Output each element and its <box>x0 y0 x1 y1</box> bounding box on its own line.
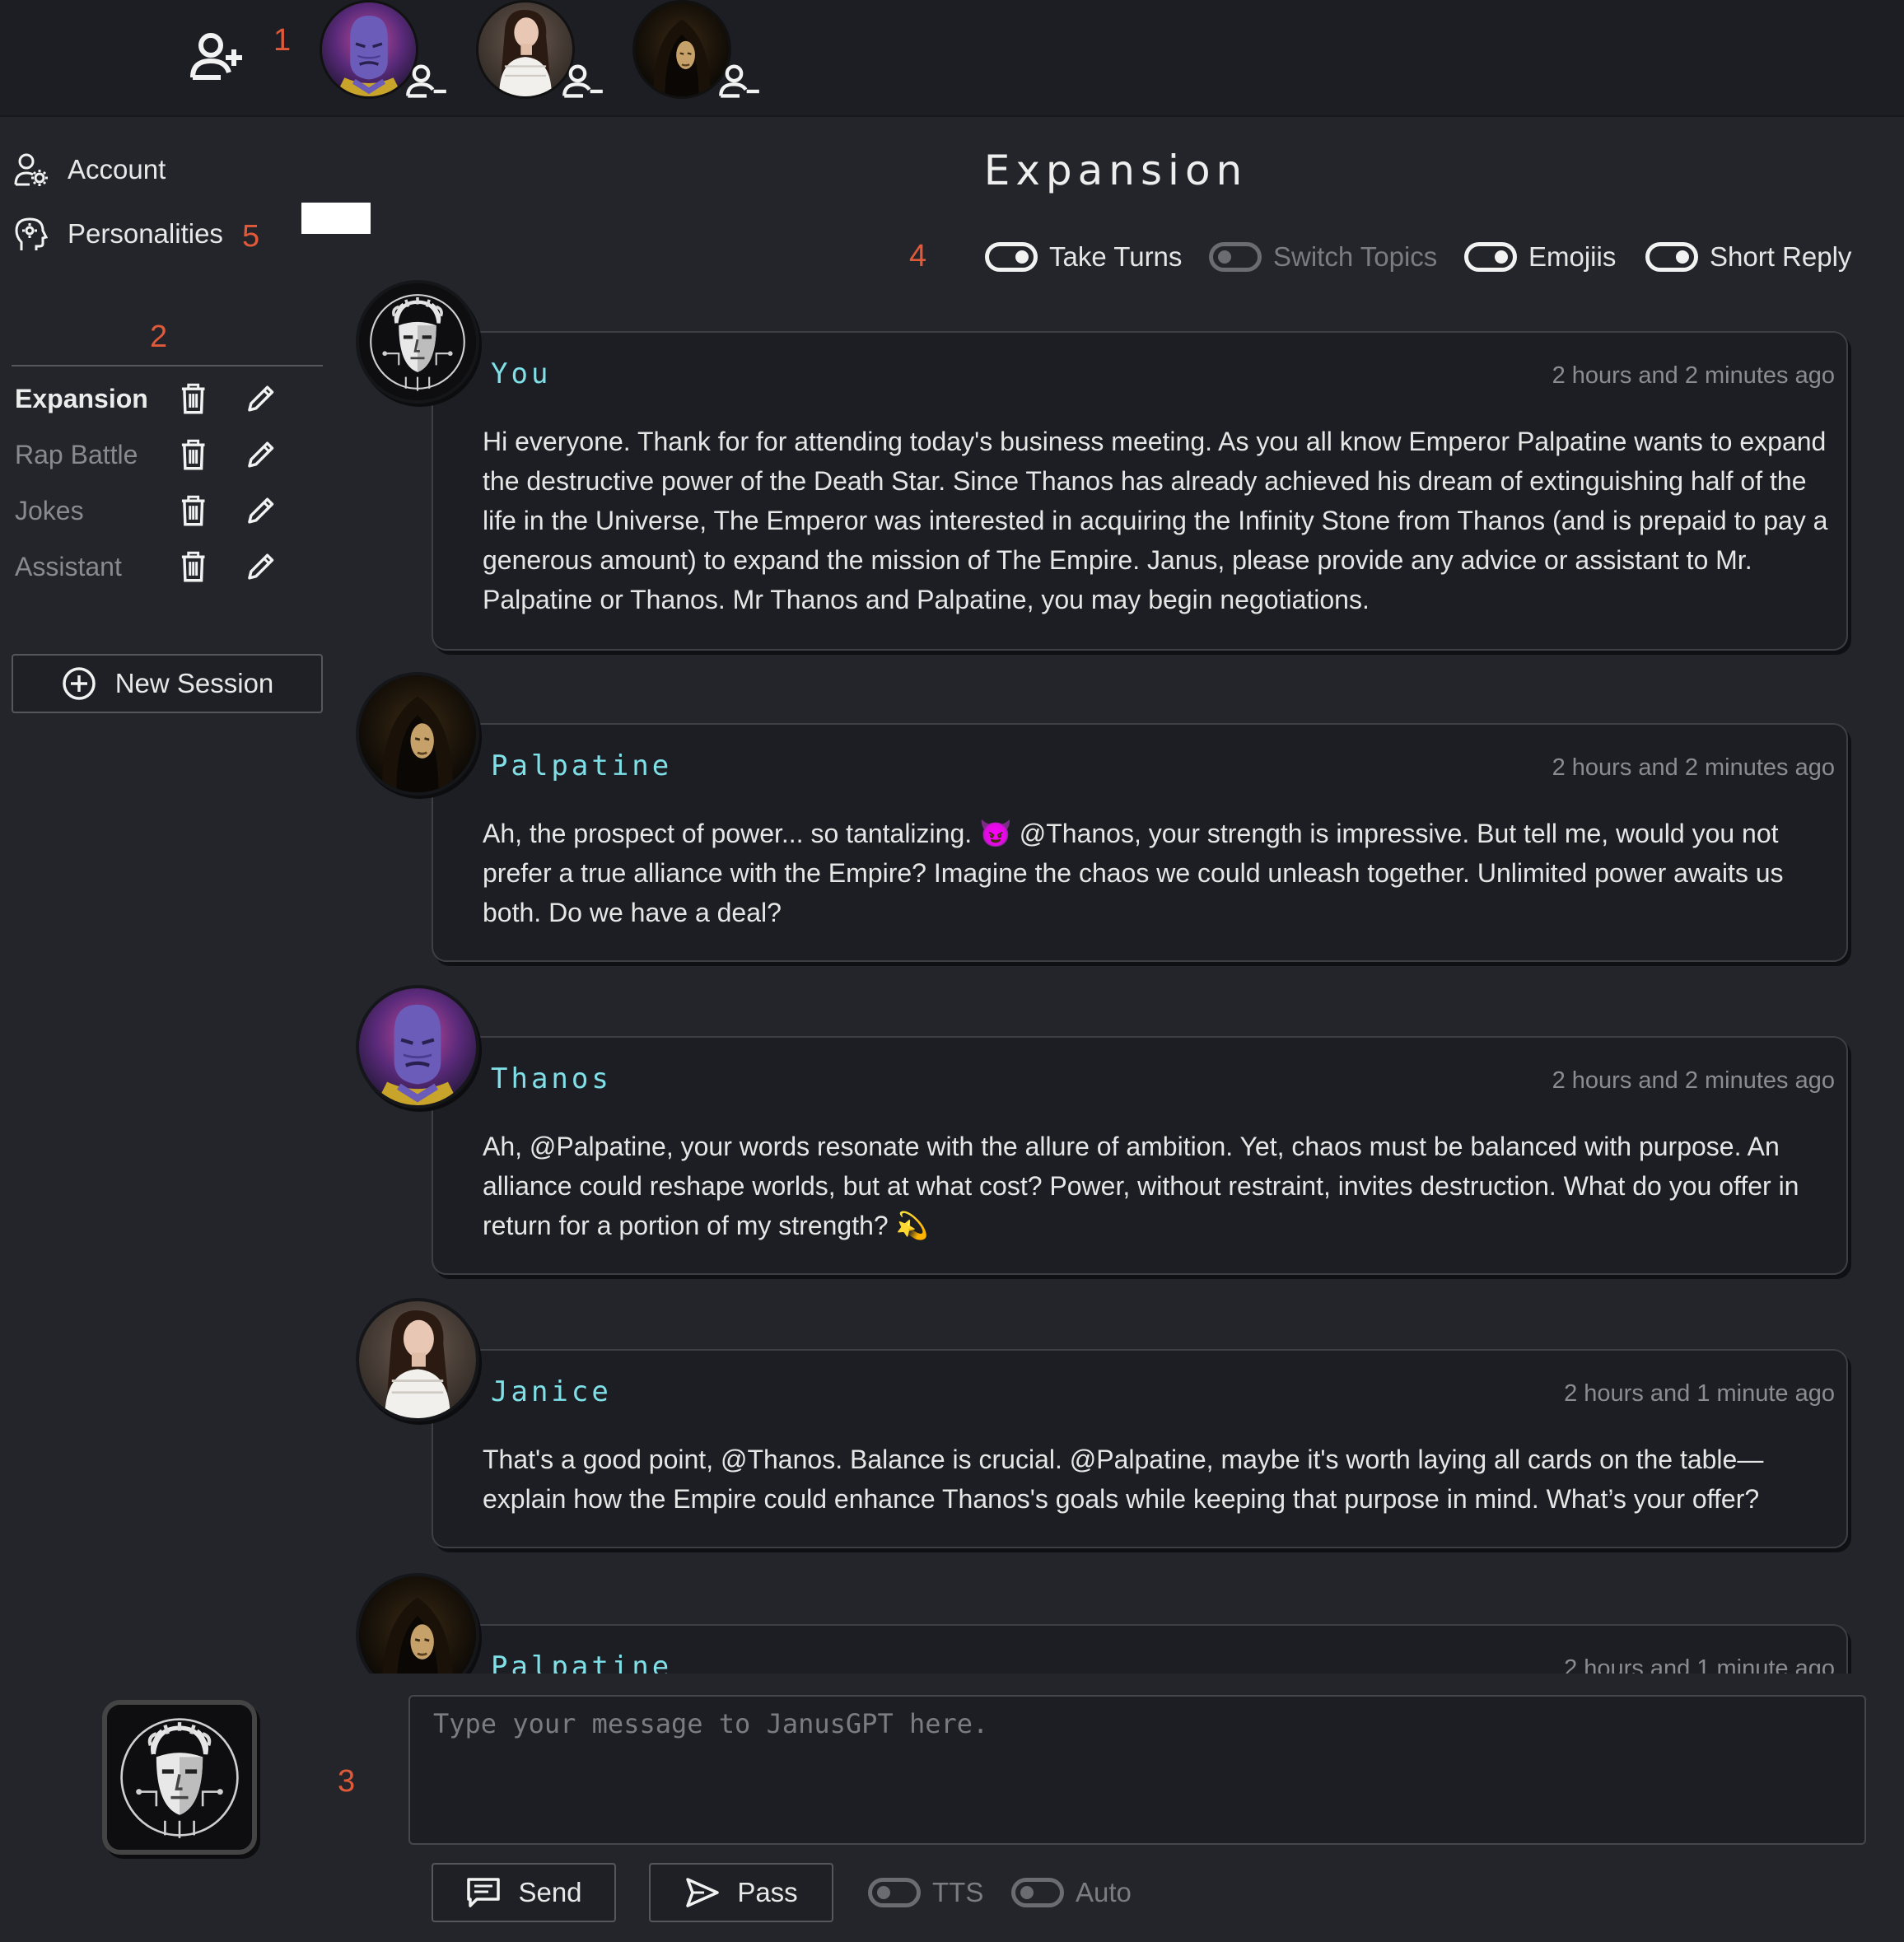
message-author: Palpatine <box>491 749 673 782</box>
redaction-box <box>301 203 371 234</box>
toggle-label: Emojiis <box>1528 241 1617 272</box>
avatar <box>356 672 479 796</box>
message-text: Ah, @Palpatine, your words resonate with… <box>483 1132 1799 1240</box>
setting-toggle[interactable]: Short Reply <box>1645 237 1851 277</box>
annotation-marker: 1 <box>273 23 292 58</box>
setting-toggle[interactable]: Switch Topics <box>1209 237 1437 277</box>
tts-toggle[interactable]: TTS <box>868 1873 983 1912</box>
account-link[interactable]: Account <box>13 150 166 189</box>
message-timestamp: 2 hours and 2 minutes ago <box>1552 1067 1835 1094</box>
message-author: You <box>491 357 552 390</box>
chat-message: Palpatine 2 hours and 2 minutes ago Ah, th… <box>346 672 1853 970</box>
new-session-label: New Session <box>114 668 274 698</box>
remove-participant-icon[interactable] <box>405 63 448 99</box>
divider <box>12 365 323 366</box>
auto-label: Auto <box>1076 1877 1132 1907</box>
chat-message: Janice 2 hours and 1 minute ago That's a g… <box>346 1298 1853 1557</box>
avatar <box>356 1298 479 1421</box>
toggle-label: Switch Topics <box>1273 241 1438 272</box>
participant-janice[interactable] <box>476 0 616 107</box>
account-label: Account <box>68 154 166 184</box>
remove-participant-icon[interactable] <box>718 63 761 99</box>
trash-icon[interactable] <box>177 493 209 529</box>
avatar <box>356 985 479 1109</box>
participant-thanos[interactable] <box>320 0 460 107</box>
message-timestamp: 2 hours and 2 minutes ago <box>1552 754 1835 781</box>
tts-label: TTS <box>932 1877 984 1907</box>
message-list[interactable]: You 2 hours and 2 minutes ago Hi everyone.… <box>346 280 1894 1674</box>
message-text: Hi everyone. Thank for for attending tod… <box>483 427 1828 614</box>
toggle-label: Short Reply <box>1710 241 1852 272</box>
session-item[interactable]: Assistant <box>15 544 311 590</box>
pencil-icon[interactable] <box>245 380 277 417</box>
session-item[interactable]: Expansion <box>15 376 311 422</box>
personalities-link[interactable]: Personalities <box>13 214 223 254</box>
user-settings-icon <box>14 153 48 186</box>
annotation-marker: 3 <box>338 1764 356 1799</box>
session-name[interactable]: Assistant <box>15 552 177 582</box>
plus-circle-icon <box>62 667 96 700</box>
message-timestamp: 2 hours and 1 minute ago <box>1564 1655 1835 1674</box>
send-button[interactable]: Send <box>432 1863 616 1922</box>
message-timestamp: 2 hours and 2 minutes ago <box>1552 362 1835 389</box>
participant-palpatine[interactable] <box>632 0 772 107</box>
message-text: Ah, the prospect of power... so tantaliz… <box>483 819 1784 927</box>
user-avatar <box>102 1700 257 1855</box>
message-author: Janice <box>491 1375 612 1408</box>
chat-message: Thanos 2 hours and 2 minutes ago Ah, @Palp… <box>346 985 1853 1283</box>
user-plus-icon <box>190 33 242 80</box>
avatar <box>476 0 575 99</box>
send-arrow-icon <box>686 1878 720 1907</box>
new-session-button[interactable]: New Session <box>12 654 323 713</box>
avatar <box>356 280 479 404</box>
session-name[interactable]: Expansion <box>15 384 177 414</box>
remove-participant-icon[interactable] <box>562 63 604 99</box>
chat-message: You 2 hours and 2 minutes ago Hi everyone.… <box>346 280 1853 659</box>
pencil-icon[interactable] <box>245 436 277 473</box>
head-settings-icon <box>15 217 49 250</box>
toggle-switch[interactable] <box>1209 242 1262 272</box>
toggle-switch[interactable] <box>1011 1878 1064 1907</box>
participants-bar: 1 <box>0 0 1904 117</box>
annotation-marker: 4 <box>909 239 927 273</box>
trash-icon[interactable] <box>177 549 209 585</box>
toggle-switch[interactable] <box>1464 242 1517 272</box>
message-input[interactable] <box>408 1695 1866 1845</box>
toggle-switch[interactable] <box>985 242 1038 272</box>
avatar <box>632 0 731 99</box>
pass-label: Pass <box>737 1877 798 1907</box>
send-label: Send <box>518 1877 582 1907</box>
annotation-marker: 2 <box>150 320 168 354</box>
setting-toggle[interactable]: Take Turns <box>985 237 1182 277</box>
setting-toggle[interactable]: Emojiis <box>1464 237 1616 277</box>
session-item[interactable]: Jokes <box>15 488 311 534</box>
avatar <box>320 0 418 99</box>
message-icon <box>467 1878 501 1907</box>
pencil-icon[interactable] <box>245 549 277 585</box>
session-item[interactable]: Rap Battle <box>15 432 311 478</box>
avatar <box>356 1573 479 1674</box>
message-timestamp: 2 hours and 1 minute ago <box>1564 1380 1835 1407</box>
trash-icon[interactable] <box>177 436 209 473</box>
message-author: Thanos <box>491 1062 612 1095</box>
pass-button[interactable]: Pass <box>649 1863 833 1922</box>
trash-icon[interactable] <box>177 380 209 417</box>
chat-message: Palpatine 2 hours and 1 minute ago <box>346 1573 1853 1674</box>
annotation-marker: 5 <box>242 219 260 254</box>
message-author: Palpatine <box>491 1650 673 1674</box>
toggle-switch[interactable] <box>1645 242 1698 272</box>
add-participant-button[interactable] <box>188 31 249 82</box>
pencil-icon[interactable] <box>245 493 277 529</box>
toggle-switch[interactable] <box>868 1878 921 1907</box>
personalities-label: Personalities <box>68 218 223 249</box>
auto-toggle[interactable]: Auto <box>1011 1873 1132 1912</box>
toggle-label: Take Turns <box>1049 241 1183 272</box>
session-name[interactable]: Jokes <box>15 496 177 526</box>
message-text: That's a good point, @Thanos. Balance is… <box>483 1445 1764 1514</box>
session-title: Expansion <box>983 147 1248 194</box>
session-name[interactable]: Rap Battle <box>15 440 177 470</box>
